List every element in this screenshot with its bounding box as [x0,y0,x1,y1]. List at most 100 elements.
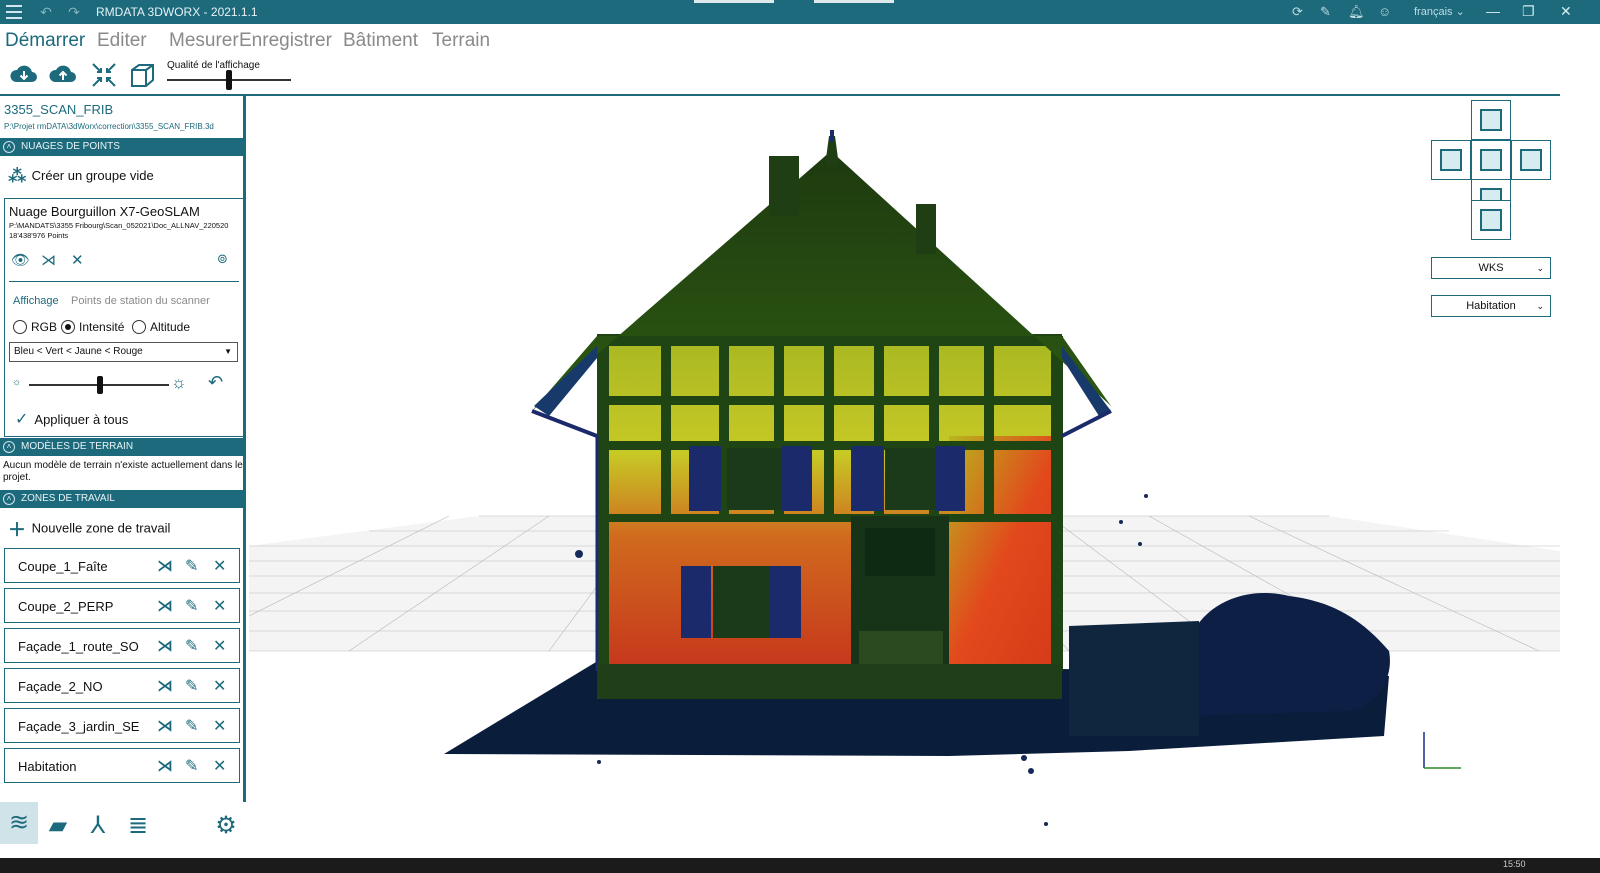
hamburger-menu-icon[interactable] [6,5,22,19]
language-select[interactable]: français ⌄ [1414,5,1465,18]
cloud-upload-icon[interactable] [48,60,78,90]
radio-altitude[interactable]: Altitude [132,320,190,334]
cube-face-icon [1520,149,1542,171]
section-work-zones[interactable]: ˄ ZONES DE TRAVAIL [0,490,246,508]
work-zone-item[interactable]: Façade_2_NO ⋊ ✎ ✕ [4,668,240,703]
tab-display[interactable]: Affichage [13,295,59,307]
section-terrain-models[interactable]: ˄ MODÈLES DE TERRAIN [0,438,246,456]
zoom-to-icon[interactable]: ⋊ [157,756,173,776]
view-top-button[interactable] [1471,100,1511,140]
minimize-icon[interactable]: — [1486,3,1500,19]
chevron-down-icon: ⌄ [1536,301,1544,311]
taskbar-clock: 15:50 [1503,859,1526,869]
radio-intensity[interactable]: Intensité [61,320,124,334]
panel-bottom-bar: ≋ ▰ ⅄ ≣ ⚙ [0,802,246,858]
radio-label: RGB [31,320,58,334]
delete-icon[interactable]: ✕ [213,756,226,776]
menu-mesurer[interactable]: Mesurer [169,30,239,52]
delete-icon[interactable]: ✕ [213,596,226,616]
work-zone-item[interactable]: Façade_3_jardin_SE ⋊ ✎ ✕ [4,708,240,743]
zoom-extents-icon[interactable] [89,60,119,90]
layers-icon[interactable]: ≣ [122,810,154,842]
menu-editer[interactable]: Editer [97,30,147,52]
delete-icon[interactable]: ✕ [213,636,226,656]
zoom-to-icon[interactable]: ⋊ [157,716,173,736]
menu-terrain[interactable]: Terrain [432,30,490,52]
edit-icon[interactable]: ✎ [185,716,198,736]
edit-icon[interactable]: ✎ [185,636,198,656]
section-point-clouds[interactable]: ˄ NUAGES DE POINTS [0,138,246,156]
coordinate-system-select[interactable]: WKS ⌄ [1431,257,1551,279]
reset-icon[interactable]: ↶ [208,372,223,393]
view-right-button[interactable] [1511,140,1551,180]
zoom-to-icon[interactable]: ⋊ [157,676,173,696]
tab-scanner-stations[interactable]: Points de station du scanner [71,295,210,307]
zoom-to-icon[interactable]: ⋊ [157,596,173,616]
work-zone-item[interactable]: Coupe_2_PERP ⋊ ✎ ✕ [4,588,240,623]
close-icon[interactable]: ✕ [1560,3,1572,20]
edit-icon[interactable]: ✎ [185,756,198,776]
delete-icon[interactable]: ✕ [71,251,84,269]
collapse-icon[interactable]: ˄ [3,493,15,505]
create-empty-group-button[interactable]: ⁂ Créer un groupe vide [8,166,154,187]
eye-icon[interactable]: 👁︎ [11,251,30,269]
cloud-path: P:\MANDATS\3355 Fribourg\Scan_052021\Doc… [9,221,229,230]
project-panel: 3355_SCAN_FRIB P:\Projet rmDATA\3dWorx\c… [0,96,246,858]
database-icon[interactable]: ≋ [0,802,38,844]
cube-view-icon[interactable] [127,60,157,90]
edit-icon[interactable]: ✎ [185,556,198,576]
collapse-icon[interactable]: ˄ [3,441,15,453]
section-title: NUAGES DE POINTS [21,141,120,152]
view-bottom-button[interactable] [1471,200,1511,240]
ribbon-toolbar: Qualité de l'affichage [0,58,1560,95]
apply-to-all-button[interactable]: ✓ Appliquer à tous [15,409,128,429]
user-icon[interactable]: ☺ [1378,4,1391,20]
collapse-icon[interactable]: ˄ [3,141,15,153]
zone-label: Coupe_1_Faîte [18,559,108,574]
settings-gear-icon[interactable]: ⚙ [210,810,242,842]
zoom-to-icon[interactable]: ⋊ [41,251,56,269]
undo-icon[interactable]: ↶ [38,4,54,20]
delete-icon[interactable]: ✕ [213,556,226,576]
collapse-icon[interactable]: ⊚ [217,251,228,267]
delete-icon[interactable]: ✕ [213,716,226,736]
redo-icon[interactable]: ↷ [66,4,82,20]
restore-icon[interactable]: ❐ [1522,3,1535,20]
sync-icon[interactable]: ⟳ [1292,4,1303,20]
delete-icon[interactable]: ✕ [213,676,226,696]
point-cloud-scene[interactable] [249,96,1560,842]
zone-label: Coupe_2_PERP [18,599,114,614]
radio-rgb[interactable]: RGB [13,320,57,334]
display-quality-slider-thumb[interactable] [226,70,232,90]
zoom-to-icon[interactable]: ⋊ [157,636,173,656]
3d-viewport[interactable]: WKS ⌄ Habitation ⌄ [249,96,1560,842]
new-work-zone-button[interactable]: ＋ Nouvelle zone de travail [8,516,170,542]
divider [9,281,239,282]
view-left-button[interactable] [1431,140,1471,180]
axes-icon[interactable]: ⅄ [82,810,114,842]
section-title: MODÈLES DE TERRAIN [21,441,134,452]
view-front-button[interactable] [1471,140,1511,180]
work-zone-item[interactable]: Façade_1_route_SO ⋊ ✎ ✕ [4,628,240,663]
radio-circle[interactable] [132,320,146,334]
edit-icon[interactable]: ✎ [185,596,198,616]
menu-demarrer[interactable]: Démarrer [5,30,85,52]
plus-icon: ＋ [8,520,26,540]
work-zone-item[interactable]: Habitation ⋊ ✎ ✕ [4,748,240,783]
folder-open-icon[interactable]: ▰ [42,810,74,842]
menu-enregistrer[interactable]: Enregistrer [239,30,332,52]
edit-icon[interactable]: ✎ [185,676,198,696]
cloud-download-icon[interactable] [9,60,39,90]
zoom-to-icon[interactable]: ⋊ [157,556,173,576]
notification-icon[interactable]: 🔔︎ [1348,4,1365,20]
menu-batiment[interactable]: Bâtiment [343,30,418,52]
radio-circle[interactable] [13,320,27,334]
coordinate-system-value: WKS [1478,262,1504,274]
wrench-icon[interactable]: ✎ [1320,4,1331,20]
radio-circle[interactable] [61,320,75,334]
work-zone-select[interactable]: Habitation ⌄ [1431,295,1551,317]
brightness-slider-thumb[interactable] [97,376,103,394]
work-zone-item[interactable]: Coupe_1_Faîte ⋊ ✎ ✕ [4,548,240,583]
color-scale-select[interactable]: Bleu < Vert < Jaune < Rouge ▼ [9,342,238,362]
title-bar: ↶ ↷ RMDATA 3DWORX - 2021.1.1 ⟳ ✎ 🔔︎ ☺ fr… [0,0,1600,24]
